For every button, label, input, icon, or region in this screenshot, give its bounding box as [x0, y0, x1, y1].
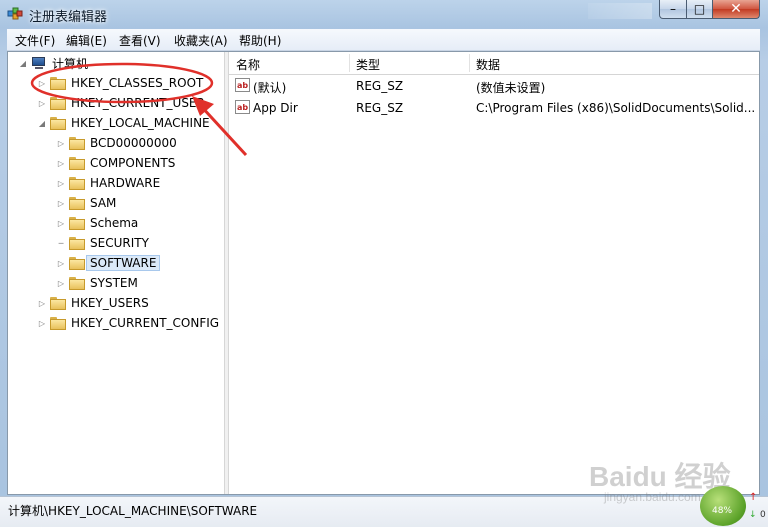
tree-node-components[interactable]: ▷ COMPONENTS — [56, 154, 175, 172]
value-type: REG_SZ — [356, 101, 404, 115]
tree-node-label: HKEY_USERS — [71, 296, 149, 310]
folder-icon — [69, 136, 85, 150]
column-header-name[interactable]: 名称 — [236, 56, 260, 73]
tree-node-label: HARDWARE — [90, 176, 161, 190]
menu-view[interactable]: 查看(V) — [119, 32, 161, 49]
folder-icon — [69, 276, 85, 290]
column-divider[interactable] — [469, 54, 470, 72]
expand-arrow-icon[interactable]: ▷ — [56, 254, 66, 272]
folder-icon — [50, 116, 66, 130]
tree-node-computer[interactable]: ◢ 计算机 — [18, 54, 88, 72]
tree-node-hkey-local-machine[interactable]: ◢ HKEY_LOCAL_MACHINE — [37, 114, 210, 132]
expand-arrow-icon[interactable]: ▷ — [37, 94, 47, 112]
maximize-icon: □ — [693, 2, 706, 16]
title-bar[interactable]: 注册表编辑器 – □ ✕ — [0, 0, 768, 28]
tree-node-system[interactable]: ▷ SYSTEM — [56, 274, 138, 292]
speed-counter: 0 — [760, 510, 766, 520]
registry-editor-icon — [7, 7, 23, 20]
folder-icon — [50, 76, 66, 90]
registry-tree[interactable]: ◢ 计算机 ▷ HKEY_CLASSES_ROOT ▷ HKEY_CURRENT… — [8, 52, 224, 494]
content-panes: ◢ 计算机 ▷ HKEY_CLASSES_ROOT ▷ HKEY_CURRENT… — [7, 51, 760, 495]
expand-arrow-icon[interactable]: ▷ — [37, 314, 47, 332]
value-type: REG_SZ — [356, 79, 404, 93]
tree-node-label: HKEY_LOCAL_MACHINE — [71, 116, 210, 130]
folder-icon — [69, 156, 85, 170]
column-header-type[interactable]: 类型 — [356, 56, 380, 73]
baidu-watermark-url: jingyan.baidu.com — [604, 490, 701, 504]
tree-line-icon: ─ — [58, 238, 64, 248]
expand-arrow-icon[interactable]: ▷ — [37, 74, 47, 92]
tree-node-label: HKEY_CURRENT_USER — [71, 96, 205, 110]
tree-node-bcd[interactable]: ▷ BCD00000000 — [56, 134, 177, 152]
folder-icon — [69, 236, 85, 250]
expand-arrow-icon[interactable]: ▷ — [56, 274, 66, 292]
tree-node-hkey-current-user[interactable]: ▷ HKEY_CURRENT_USER — [37, 94, 205, 112]
value-row[interactable]: ab App Dir REG_SZ C:\Program Files (x86)… — [229, 97, 759, 119]
folder-icon — [69, 196, 85, 210]
tree-node-hkey-users[interactable]: ▷ HKEY_USERS — [37, 294, 149, 312]
value-name: App Dir — [253, 101, 298, 115]
tree-node-label: HKEY_CURRENT_CONFIG — [71, 316, 220, 330]
tree-node-label: SECURITY — [90, 236, 149, 250]
folder-icon — [69, 176, 85, 190]
badge-percent: 48% — [712, 506, 733, 516]
tree-node-label: Schema — [90, 216, 139, 230]
expand-arrow-icon[interactable]: ▷ — [56, 214, 66, 232]
tree-node-label: SYSTEM — [90, 276, 138, 290]
value-data: C:\Program Files (x86)\SolidDocuments\So… — [476, 101, 756, 115]
expand-arrow-icon[interactable]: ▷ — [56, 154, 66, 172]
tree-node-label: HKEY_CLASSES_ROOT — [71, 76, 204, 90]
maximize-button[interactable]: □ — [686, 0, 713, 19]
tree-node-hkey-current-config[interactable]: ▷ HKEY_CURRENT_CONFIG — [37, 314, 219, 332]
tree-node-security[interactable]: ─ SECURITY — [56, 234, 149, 252]
column-divider[interactable] — [349, 54, 350, 72]
tree-node-software[interactable]: ▷ SOFTWARE — [56, 254, 161, 272]
expand-arrow-icon[interactable]: ▷ — [56, 174, 66, 192]
upload-arrow-icon: ↑ — [749, 492, 758, 503]
download-arrow-icon: ↓ — [749, 510, 757, 520]
tree-node-label: 计算机 — [52, 56, 89, 71]
string-value-icon: ab — [235, 78, 250, 92]
minimize-icon: – — [670, 2, 676, 16]
folder-icon — [50, 296, 66, 310]
menu-favorites[interactable]: 收藏夹(A) — [174, 32, 228, 49]
minimize-button[interactable]: – — [659, 0, 687, 19]
menu-file[interactable]: 文件(F) — [15, 32, 55, 49]
status-path: 计算机\HKEY_LOCAL_MACHINE\SOFTWARE — [8, 504, 258, 518]
registry-editor-window: 注册表编辑器 – □ ✕ 文件(F) 编辑(E) 查看(V) 收藏夹(A) 帮助… — [0, 0, 768, 527]
expand-arrow-icon[interactable]: ▷ — [56, 134, 66, 152]
expand-arrow-icon[interactable]: ▷ — [56, 194, 66, 212]
folder-icon — [69, 216, 85, 230]
close-icon: ✕ — [730, 1, 742, 17]
collapse-arrow-icon[interactable]: ◢ — [37, 114, 47, 132]
list-header: 名称 类型 数据 — [229, 52, 759, 75]
tree-node-sam[interactable]: ▷ SAM — [56, 194, 116, 212]
menu-bar: 文件(F) 编辑(E) 查看(V) 收藏夹(A) 帮助(H) — [7, 29, 760, 51]
values-list[interactable]: 名称 类型 数据 ab (默认) REG_SZ (数值未设置) ab App D… — [229, 52, 759, 494]
folder-icon — [50, 316, 66, 330]
tree-node-schema[interactable]: ▷ Schema — [56, 214, 138, 232]
tree-node-label: SAM — [90, 196, 117, 210]
tree-node-hkey-classes-root[interactable]: ▷ HKEY_CLASSES_ROOT — [37, 74, 203, 92]
expand-arrow-icon[interactable]: ▷ — [37, 294, 47, 312]
close-button[interactable]: ✕ — [712, 0, 760, 19]
tree-node-hardware[interactable]: ▷ HARDWARE — [56, 174, 160, 192]
folder-icon — [69, 256, 85, 270]
tree-node-label-selected: SOFTWARE — [86, 255, 161, 271]
value-data: (数值未设置) — [476, 81, 546, 95]
window-title: 注册表编辑器 — [29, 10, 108, 25]
value-row[interactable]: ab (默认) REG_SZ (数值未设置) — [229, 75, 759, 97]
tree-node-label: BCD00000000 — [90, 136, 177, 150]
computer-icon — [31, 56, 47, 70]
toolbar-ghost — [588, 3, 652, 19]
menu-edit[interactable]: 编辑(E) — [66, 32, 107, 49]
value-name: (默认) — [253, 81, 287, 95]
collapse-arrow-icon[interactable]: ◢ — [18, 54, 28, 72]
tree-node-label: COMPONENTS — [90, 156, 176, 170]
menu-help[interactable]: 帮助(H) — [239, 32, 281, 49]
folder-icon — [50, 96, 66, 110]
string-value-icon: ab — [235, 100, 250, 114]
column-header-data[interactable]: 数据 — [476, 56, 500, 73]
